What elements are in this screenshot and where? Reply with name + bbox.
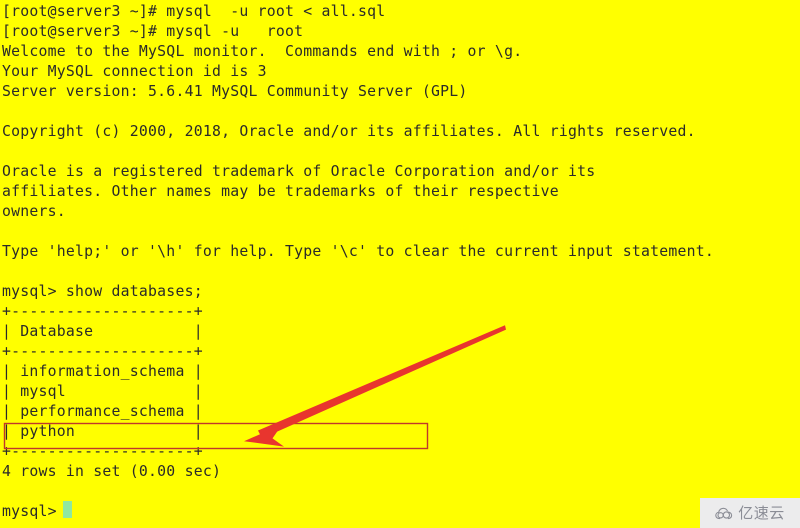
terminal-line: Welcome to the MySQL monitor. Commands e…	[2, 43, 523, 60]
terminal-line-table-row: | performance_schema |	[2, 403, 203, 420]
terminal-line-table-row: | information_schema |	[2, 363, 203, 380]
terminal-line: Oracle is a registered trademark of Orac…	[2, 163, 596, 180]
terminal-line: [root@server3 ~]# mysql -u root	[2, 23, 304, 40]
watermark: 亿速云	[700, 498, 800, 528]
terminal-line: Your MySQL connection id is 3	[2, 63, 267, 80]
terminal-line-result-count: 4 rows in set (0.00 sec)	[2, 463, 222, 480]
terminal-cursor	[63, 501, 72, 518]
terminal-line-table-border: +--------------------+	[2, 343, 203, 360]
terminal-line-table-border: +--------------------+	[2, 443, 203, 460]
terminal-line: Server version: 5.6.41 MySQL Community S…	[2, 83, 468, 100]
terminal-line-table-header: | Database |	[2, 323, 203, 340]
terminal-prompt: mysql>	[2, 503, 66, 520]
terminal-line: Type 'help;' or '\h' for help. Type '\c'…	[2, 243, 715, 260]
terminal-output[interactable]: [root@server3 ~]# mysql -u root < all.sq…	[0, 0, 800, 528]
terminal-line: Copyright (c) 2000, 2018, Oracle and/or …	[2, 123, 696, 140]
terminal-line: [root@server3 ~]# mysql -u root < all.sq…	[2, 3, 386, 20]
terminal-line: owners.	[2, 203, 66, 220]
terminal-line-table-row: | python |	[2, 423, 203, 440]
cloud-icon	[715, 507, 734, 520]
terminal-screenshot: [root@server3 ~]# mysql -u root < all.sq…	[0, 0, 800, 528]
terminal-line-table-border: +--------------------+	[2, 303, 203, 320]
terminal-line-table-row: | mysql |	[2, 383, 203, 400]
watermark-text: 亿速云	[738, 503, 785, 522]
terminal-line-command: mysql> show databases;	[2, 283, 203, 300]
terminal-line: affiliates. Other names may be trademark…	[2, 183, 559, 200]
